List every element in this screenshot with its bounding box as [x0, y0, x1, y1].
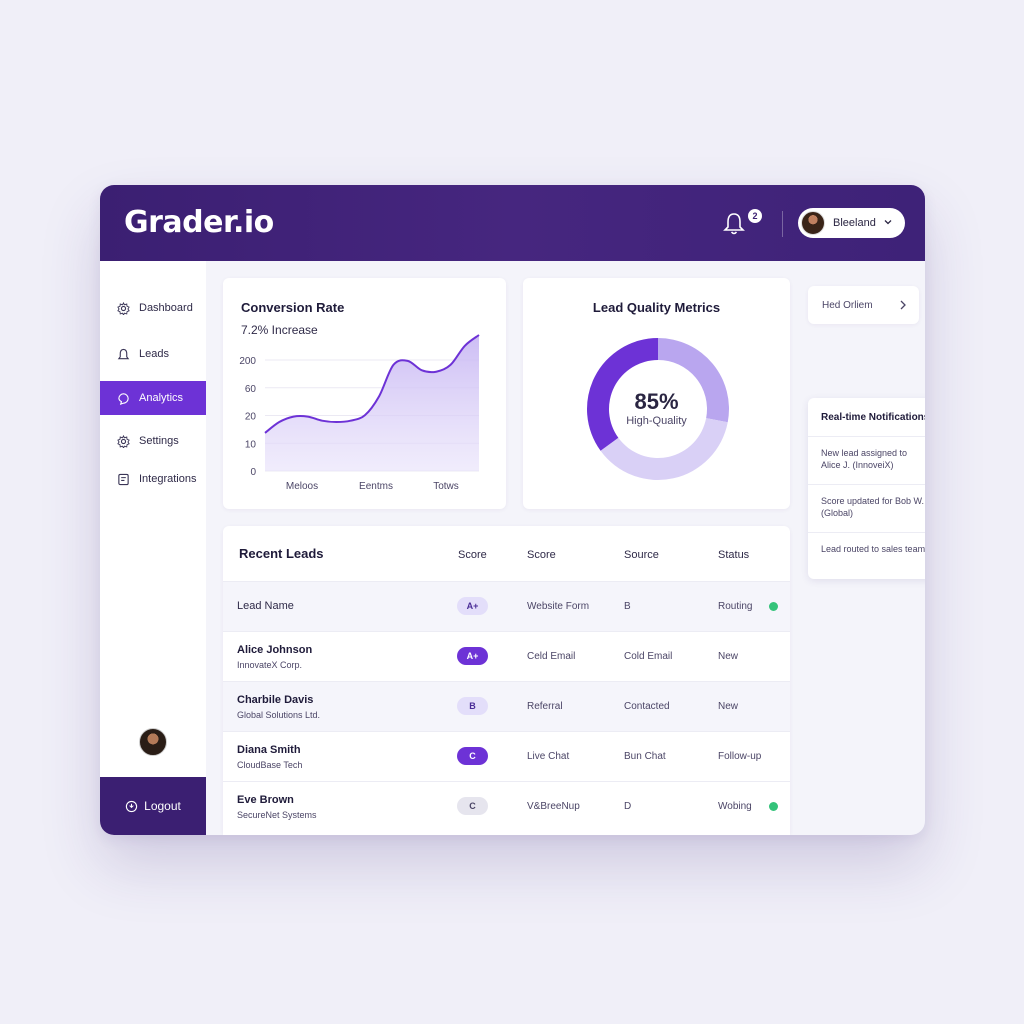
column-header[interactable]: Status — [718, 549, 749, 561]
lead-status: New — [718, 651, 739, 662]
y-tick-label: 10 — [245, 439, 257, 450]
panel-title: Real-time Notifications — [821, 412, 925, 423]
donut-value: 85% — [634, 389, 679, 414]
lead-name: Diana Smith — [237, 744, 301, 756]
table-row[interactable]: Charbile Davis Global Solutions Ltd. B R… — [223, 681, 790, 731]
brand-logo[interactable]: Grader.io — [124, 205, 274, 240]
table-row[interactable]: Lead Name A+ Website Form B Routing — [223, 581, 790, 631]
lead-source-secondary: B — [624, 601, 631, 612]
lead-company: SecureNet Systems — [237, 810, 317, 820]
logout-icon — [125, 800, 138, 812]
lead-status: Routing — [718, 601, 753, 612]
x-tick-label: Eentms — [359, 481, 393, 492]
lead-status: Wobing — [718, 801, 752, 812]
gear-icon — [117, 301, 130, 315]
gear-icon — [117, 434, 130, 448]
y-tick-label: 60 — [245, 384, 257, 395]
lead-source: Live Chat — [527, 751, 570, 762]
sidebar-item-dashboard[interactable]: Dashboard — [100, 291, 206, 325]
y-tick-label: 0 — [250, 467, 256, 478]
sidebar-item-label: Analytics — [139, 392, 184, 404]
lead-source: V&BreeNup — [527, 801, 580, 812]
notification-item[interactable]: Score updated for Bob W. (Global) — [808, 484, 925, 532]
y-tick-label: 200 — [239, 356, 256, 367]
lead-source: Celd Email — [527, 651, 576, 662]
column-header[interactable]: Score — [527, 549, 556, 561]
notification-item[interactable]: New lead assigned to Alice J. (InnoveiX) — [808, 436, 925, 484]
user-menu-button[interactable]: Bleeland — [798, 208, 905, 238]
chevron-down-icon — [884, 220, 892, 225]
sidebar-item-settings[interactable]: Settings — [100, 424, 206, 458]
lead-quality-card: Lead Quality Metrics 85% High-Quality — [523, 278, 790, 509]
lead-name: Eve Brown — [237, 794, 294, 806]
lead-source-secondary: D — [624, 801, 632, 812]
lead-source-secondary: Bun Chat — [624, 751, 666, 762]
lead-source: Website Form — [527, 601, 590, 612]
sidebar-item-label: Dashboard — [139, 302, 193, 314]
hed-label: Hed Orliem — [822, 299, 873, 311]
chevron-right-icon — [900, 300, 906, 310]
sidebar-item-leads[interactable]: Leads — [100, 337, 206, 371]
bell-icon[interactable] — [722, 211, 746, 237]
status-dot — [769, 802, 778, 811]
column-header[interactable]: Source — [624, 549, 659, 561]
divider — [782, 211, 783, 237]
bell-icon — [117, 348, 130, 359]
score-badge: C — [457, 797, 488, 815]
sidebar-item-label: Settings — [139, 435, 179, 447]
table-row[interactable]: Eve Brown SecureNet Systems C V&BreeNup … — [223, 781, 790, 831]
lead-company: CloudBase Tech — [237, 760, 303, 770]
y-tick-label: 20 — [245, 412, 257, 423]
logout-label: Logout — [144, 799, 181, 813]
lead-name: Alice Johnson — [237, 644, 313, 656]
sidebar-item-label: Integrations — [139, 473, 197, 485]
conversion-rate-card: Conversion Rate 7.2% Increase 200 60 20 10 0… — [223, 278, 506, 509]
score-badge: A+ — [457, 647, 488, 665]
donut-slice — [600, 418, 728, 480]
lead-company: Global Solutions Ltd. — [237, 710, 321, 720]
lead-status: New — [718, 701, 739, 712]
sidebar-item-integrations[interactable]: Integrations — [100, 462, 206, 496]
x-tick-label: Totws — [433, 481, 459, 492]
column-header[interactable]: Score — [458, 549, 487, 561]
sidebar: Dashboard Leads Analytics Settings Integ… — [100, 261, 206, 835]
x-tick-label: Meloos — [286, 481, 318, 492]
score-badge: B — [457, 697, 488, 715]
top-bar: Grader.io 2 Bleeland — [100, 185, 925, 261]
conversion-area-chart: 200 60 20 10 0 Meloos Eentms Totws — [239, 334, 480, 492]
logout-button[interactable]: Logout — [100, 777, 206, 835]
lead-source-secondary: Cold Email — [624, 651, 673, 662]
lead-source-secondary: Contacted — [624, 701, 670, 712]
table-title: Recent Leads — [239, 546, 324, 561]
notifications-panel: Real-time Notifications New lead assigne… — [808, 398, 925, 579]
hed-orliem-card[interactable]: Hed Orliem — [808, 286, 919, 324]
lead-name: Charbile Davis — [237, 694, 314, 706]
lead-status: Follow-up — [718, 751, 762, 762]
user-name: Bleeland — [833, 217, 876, 229]
avatar[interactable] — [139, 728, 167, 756]
lead-name: Lead Name — [237, 600, 294, 612]
plug-icon — [118, 473, 129, 485]
sidebar-item-label: Leads — [139, 348, 169, 360]
table-row[interactable]: Alice Johnson InnovateX Corp. A+ Celd Em… — [223, 631, 790, 681]
user-avatar — [801, 211, 825, 235]
lead-company: InnovateX Corp. — [237, 660, 303, 670]
app-window: Grader.io 2 Bleeland Dashboard Leads Ana… — [100, 185, 925, 835]
sidebar-item-analytics[interactable]: Analytics — [100, 381, 206, 415]
recent-leads-table: Recent Leads Score Score Source Status L… — [223, 526, 790, 835]
notification-count-badge: 2 — [748, 209, 762, 223]
donut-label: High-Quality — [626, 415, 687, 427]
score-badge: C — [457, 747, 488, 765]
notification-item[interactable]: Lead routed to sales team — [808, 532, 925, 579]
score-badge: A+ — [457, 597, 488, 615]
chart-icon — [118, 392, 129, 405]
table-row[interactable]: Diana Smith CloudBase Tech C Live Chat B… — [223, 731, 790, 781]
series-area — [265, 335, 479, 471]
lead-source: Referral — [527, 701, 563, 712]
status-dot — [769, 602, 778, 611]
